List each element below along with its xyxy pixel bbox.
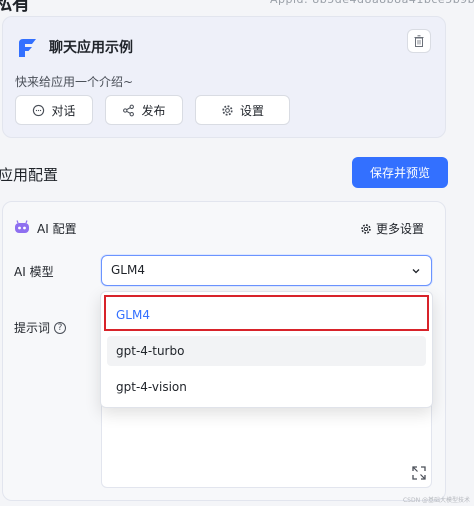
prompt-label-text: 提示词 — [14, 321, 51, 335]
robot-icon — [15, 220, 29, 233]
chat-button[interactable]: 对话 — [15, 95, 93, 125]
ai-model-value: GLM4 — [111, 263, 145, 277]
ai-config-title: AI 配置 — [37, 222, 77, 236]
settings-button-label: 设置 — [239, 103, 264, 118]
page-title: 私有 — [0, 0, 30, 15]
share-icon — [123, 104, 135, 116]
gear-icon — [361, 223, 371, 234]
ai-model-label: AI 模型 — [14, 265, 54, 279]
ai-model-select[interactable]: GLM4 — [101, 255, 432, 286]
delete-app-button[interactable] — [407, 29, 431, 53]
model-option-gpt-4-turbo[interactable]: gpt-4-turbo — [107, 336, 426, 366]
app-intro: 快来给应用一个介绍~ — [15, 75, 134, 89]
gear-icon — [222, 104, 233, 116]
chevron-down-icon — [412, 269, 420, 274]
app-info-card: 聊天应用示例 快来给应用一个介绍~ 对话 发布 设置 — [2, 16, 446, 138]
publish-button-label: 发布 — [141, 103, 166, 118]
publish-button[interactable]: 发布 — [105, 95, 183, 125]
chat-button-label: 对话 — [51, 103, 76, 118]
settings-button[interactable]: 设置 — [195, 95, 290, 125]
app-id-text: Appid: 8b5de4d8a8b8a41bce5b9b32e — [270, 0, 474, 6]
expand-icon[interactable] — [412, 466, 426, 480]
prompt-label: 提示词 ? — [14, 319, 67, 336]
more-settings-button[interactable]: 更多设置 — [360, 220, 424, 237]
section-title: 应用配置 — [0, 166, 59, 184]
app-name: 聊天应用示例 — [49, 40, 133, 56]
help-icon[interactable]: ? — [54, 321, 67, 334]
selection-highlight-box — [104, 295, 429, 331]
model-option-gpt-4-vision[interactable]: gpt-4-vision — [107, 372, 426, 402]
chat-icon — [33, 104, 45, 116]
app-logo-icon — [19, 39, 36, 57]
watermark: CSDN @基础大模型技术 — [402, 497, 470, 504]
save-and-preview-button[interactable]: 保存并预览 — [352, 157, 448, 188]
more-settings-label: 更多设置 — [376, 222, 425, 236]
trash-icon — [414, 35, 424, 47]
